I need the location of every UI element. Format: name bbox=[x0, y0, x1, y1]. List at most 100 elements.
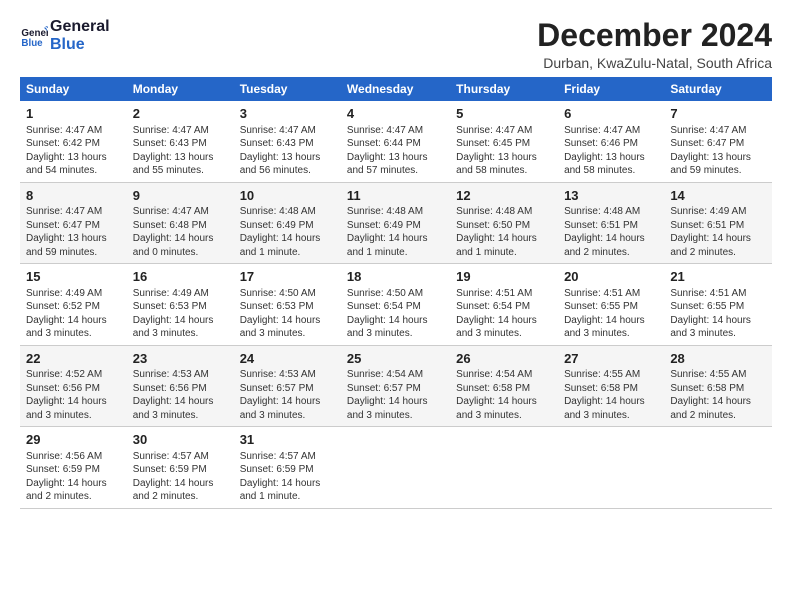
day-info-line: and 59 minutes. bbox=[26, 246, 121, 260]
day-info-line: Sunset: 6:54 PM bbox=[456, 300, 552, 314]
day-info-line: Sunrise: 4:47 AM bbox=[133, 205, 228, 219]
calendar-cell: 3Sunrise: 4:47 AMSunset: 6:43 PMDaylight… bbox=[234, 101, 341, 182]
day-info-line: Daylight: 14 hours bbox=[240, 477, 335, 491]
calendar-cell bbox=[450, 427, 558, 509]
calendar-cell bbox=[664, 427, 772, 509]
day-number: 22 bbox=[26, 350, 121, 368]
day-info-line: Daylight: 13 hours bbox=[564, 151, 658, 165]
day-info-line: Sunrise: 4:47 AM bbox=[240, 124, 335, 138]
day-info-line: Daylight: 13 hours bbox=[26, 232, 121, 246]
day-info-line: Sunset: 6:52 PM bbox=[26, 300, 121, 314]
day-info-line: Sunrise: 4:47 AM bbox=[26, 205, 121, 219]
day-info-line: Daylight: 13 hours bbox=[240, 151, 335, 165]
logo-blue: Blue bbox=[50, 36, 110, 54]
calendar-cell: 31Sunrise: 4:57 AMSunset: 6:59 PMDayligh… bbox=[234, 427, 341, 509]
day-info-line: Sunrise: 4:48 AM bbox=[456, 205, 552, 219]
header-monday: Monday bbox=[127, 77, 234, 101]
day-info-line: Sunrise: 4:49 AM bbox=[670, 205, 766, 219]
day-number: 11 bbox=[347, 187, 444, 205]
day-info-line: Sunrise: 4:55 AM bbox=[670, 368, 766, 382]
calendar-cell: 30Sunrise: 4:57 AMSunset: 6:59 PMDayligh… bbox=[127, 427, 234, 509]
day-info-line: and 58 minutes. bbox=[456, 164, 552, 178]
day-number: 16 bbox=[133, 268, 228, 286]
calendar-cell: 4Sunrise: 4:47 AMSunset: 6:44 PMDaylight… bbox=[341, 101, 450, 182]
day-info-line: Daylight: 14 hours bbox=[564, 232, 658, 246]
day-info-line: Sunset: 6:57 PM bbox=[240, 382, 335, 396]
week-row-4: 22Sunrise: 4:52 AM Sunset: 6:56 PM Dayligh… bbox=[20, 345, 772, 427]
day-info-line: and 0 minutes. bbox=[133, 246, 228, 260]
day-info-line: and 3 minutes. bbox=[26, 409, 121, 423]
day-info-line: and 3 minutes. bbox=[456, 409, 552, 423]
calendar-cell: 22Sunrise: 4:52 AMSunset: 6:56 PMDayligh… bbox=[20, 345, 127, 427]
day-info-line: and 3 minutes. bbox=[564, 409, 658, 423]
day-info-line: and 3 minutes. bbox=[564, 327, 658, 341]
day-info-line: Daylight: 14 hours bbox=[564, 395, 658, 409]
day-info-line: Sunset: 6:51 PM bbox=[564, 219, 658, 233]
day-info-line: Daylight: 14 hours bbox=[240, 314, 335, 328]
day-info-line: and 59 minutes. bbox=[670, 164, 766, 178]
calendar-cell bbox=[558, 427, 664, 509]
day-info-line: Daylight: 14 hours bbox=[347, 232, 444, 246]
day-number: 27 bbox=[564, 350, 658, 368]
day-info-line: Daylight: 14 hours bbox=[133, 477, 228, 491]
day-info-line: Sunset: 6:48 PM bbox=[133, 219, 228, 233]
day-number: 8 bbox=[26, 187, 121, 205]
calendar-cell: 21Sunrise: 4:51 AMSunset: 6:55 PMDayligh… bbox=[664, 264, 772, 346]
day-info-line: Daylight: 14 hours bbox=[26, 477, 121, 491]
logo: General Blue General Blue bbox=[20, 18, 110, 53]
day-number: 1 bbox=[26, 105, 121, 123]
day-info-line: and 2 minutes. bbox=[670, 246, 766, 260]
day-info-line: and 3 minutes. bbox=[347, 327, 444, 341]
day-number: 23 bbox=[133, 350, 228, 368]
day-info-line: Sunrise: 4:52 AM bbox=[26, 368, 121, 382]
calendar-table: SundayMondayTuesdayWednesdayThursdayFrid… bbox=[20, 77, 772, 509]
day-info-line: Daylight: 14 hours bbox=[456, 395, 552, 409]
day-info-line: Daylight: 13 hours bbox=[456, 151, 552, 165]
subtitle: Durban, KwaZulu-Natal, South Africa bbox=[537, 55, 772, 71]
day-info-line: and 3 minutes. bbox=[26, 327, 121, 341]
day-info-line: Sunset: 6:47 PM bbox=[26, 219, 121, 233]
day-info-line: and 1 minute. bbox=[456, 246, 552, 260]
day-info-line: Sunset: 6:58 PM bbox=[670, 382, 766, 396]
day-info-line: Sunrise: 4:47 AM bbox=[670, 124, 766, 138]
header-thursday: Thursday bbox=[450, 77, 558, 101]
day-info-line: Sunrise: 4:51 AM bbox=[456, 287, 552, 301]
day-info-line: and 57 minutes. bbox=[347, 164, 444, 178]
day-number: 12 bbox=[456, 187, 552, 205]
day-info-line: Daylight: 14 hours bbox=[240, 395, 335, 409]
day-number: 7 bbox=[670, 105, 766, 123]
day-number: 17 bbox=[240, 268, 335, 286]
day-info-line: Sunset: 6:56 PM bbox=[133, 382, 228, 396]
day-number: 29 bbox=[26, 431, 121, 449]
day-info-line: Daylight: 14 hours bbox=[564, 314, 658, 328]
day-info-line: and 3 minutes. bbox=[347, 409, 444, 423]
day-info-line: Sunrise: 4:54 AM bbox=[456, 368, 552, 382]
header-tuesday: Tuesday bbox=[234, 77, 341, 101]
logo-icon: General Blue bbox=[20, 22, 48, 50]
day-info-line: Sunset: 6:59 PM bbox=[133, 463, 228, 477]
header-sunday: Sunday bbox=[20, 77, 127, 101]
day-number: 5 bbox=[456, 105, 552, 123]
day-info-line: Sunrise: 4:49 AM bbox=[26, 287, 121, 301]
day-info-line: Daylight: 14 hours bbox=[670, 232, 766, 246]
day-info-line: Sunset: 6:45 PM bbox=[456, 137, 552, 151]
day-info-line: Sunset: 6:46 PM bbox=[564, 137, 658, 151]
day-info-line: and 3 minutes. bbox=[670, 327, 766, 341]
day-info-line: Sunrise: 4:51 AM bbox=[564, 287, 658, 301]
day-number: 31 bbox=[240, 431, 335, 449]
main-title: December 2024 bbox=[537, 18, 772, 53]
header-friday: Friday bbox=[558, 77, 664, 101]
day-info-line: and 3 minutes. bbox=[133, 409, 228, 423]
page: General Blue General Blue December 2024 … bbox=[0, 0, 792, 612]
day-number: 10 bbox=[240, 187, 335, 205]
calendar-cell: 19Sunrise: 4:51 AMSunset: 6:54 PMDayligh… bbox=[450, 264, 558, 346]
day-info-line: Sunrise: 4:51 AM bbox=[670, 287, 766, 301]
day-number: 4 bbox=[347, 105, 444, 123]
day-info-line: and 2 minutes. bbox=[564, 246, 658, 260]
day-number: 2 bbox=[133, 105, 228, 123]
calendar-cell: 16Sunrise: 4:49 AMSunset: 6:53 PMDayligh… bbox=[127, 264, 234, 346]
calendar-cell: 15Sunrise: 4:49 AMSunset: 6:52 PMDayligh… bbox=[20, 264, 127, 346]
day-info-line: and 2 minutes. bbox=[26, 490, 121, 504]
calendar-cell: 12Sunrise: 4:48 AMSunset: 6:50 PMDayligh… bbox=[450, 182, 558, 264]
day-info-line: Sunrise: 4:53 AM bbox=[240, 368, 335, 382]
